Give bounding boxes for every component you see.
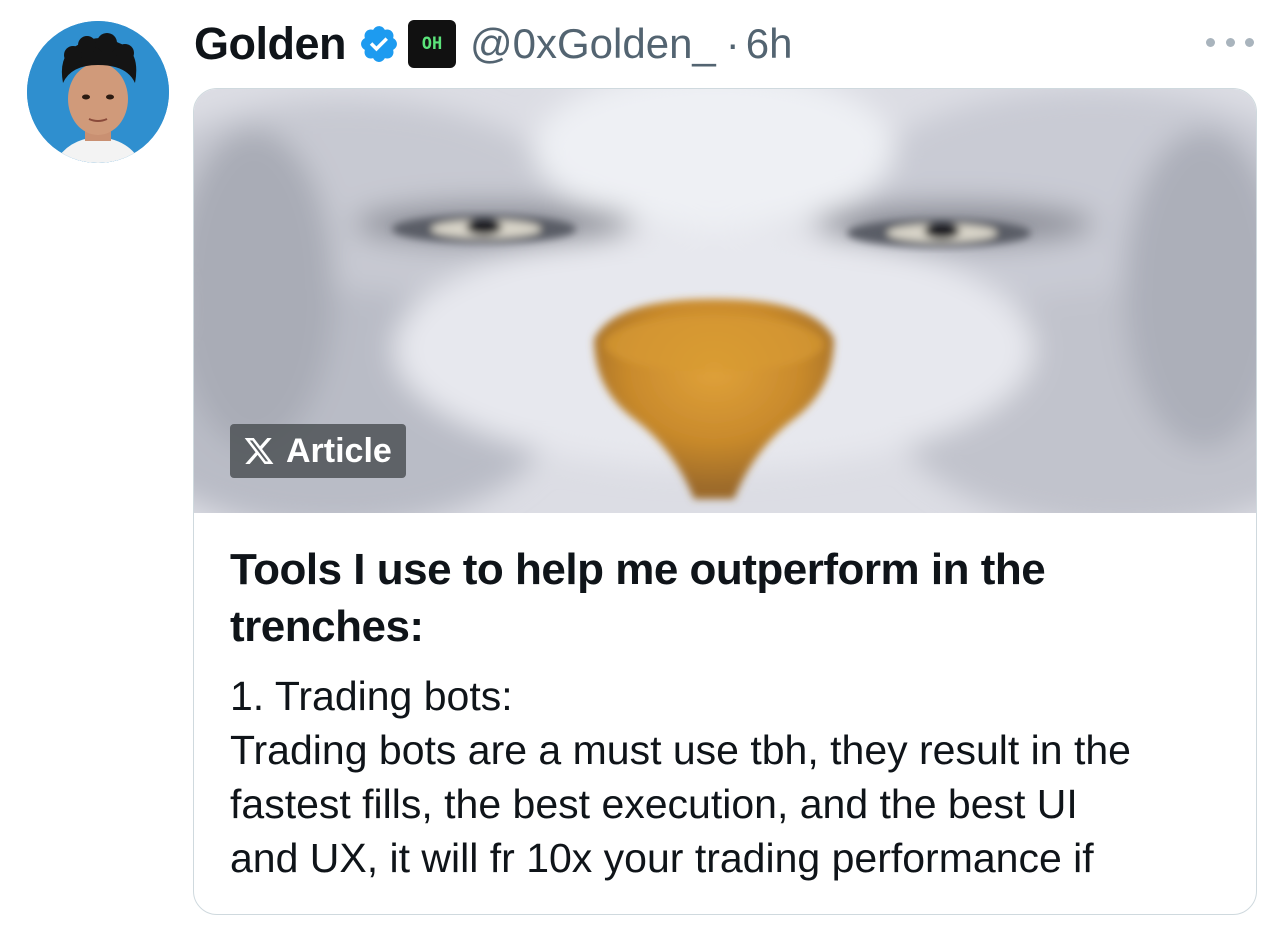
author-handle[interactable]: @0xGolden_ bbox=[470, 20, 716, 68]
article-card[interactable]: Article Tools I use to help me outperfor… bbox=[193, 88, 1257, 915]
affiliate-badge-icon[interactable]: OH bbox=[408, 20, 456, 68]
separator-dot: · bbox=[725, 20, 740, 67]
author-avatar[interactable] bbox=[27, 21, 169, 163]
article-title[interactable]: Tools I use to help me outperform in the… bbox=[230, 541, 1090, 655]
verified-badge-icon[interactable] bbox=[358, 23, 400, 65]
tweet-header: Golden OH @0xGolden_ · 6h bbox=[194, 14, 793, 74]
x-logo-icon bbox=[244, 438, 274, 464]
author-name[interactable]: Golden bbox=[194, 18, 347, 70]
more-options-icon[interactable] bbox=[1206, 34, 1254, 50]
article-tag: Article bbox=[230, 424, 406, 478]
article-preview-text: 1. Trading bots: Trading bots are a must… bbox=[230, 669, 1230, 885]
article-text-line: and UX, it will fr 10x your trading perf… bbox=[230, 835, 1094, 881]
article-text-line: fastest fills, the best execution, and t… bbox=[230, 781, 1078, 827]
article-text-line: 1. Trading bots: bbox=[230, 673, 513, 719]
article-text-line: Trading bots are a must use tbh, they re… bbox=[230, 727, 1131, 773]
article-cover-image[interactable]: Article bbox=[194, 89, 1256, 513]
timestamp[interactable]: 6h bbox=[746, 20, 793, 68]
article-tag-label: Article bbox=[286, 431, 392, 470]
